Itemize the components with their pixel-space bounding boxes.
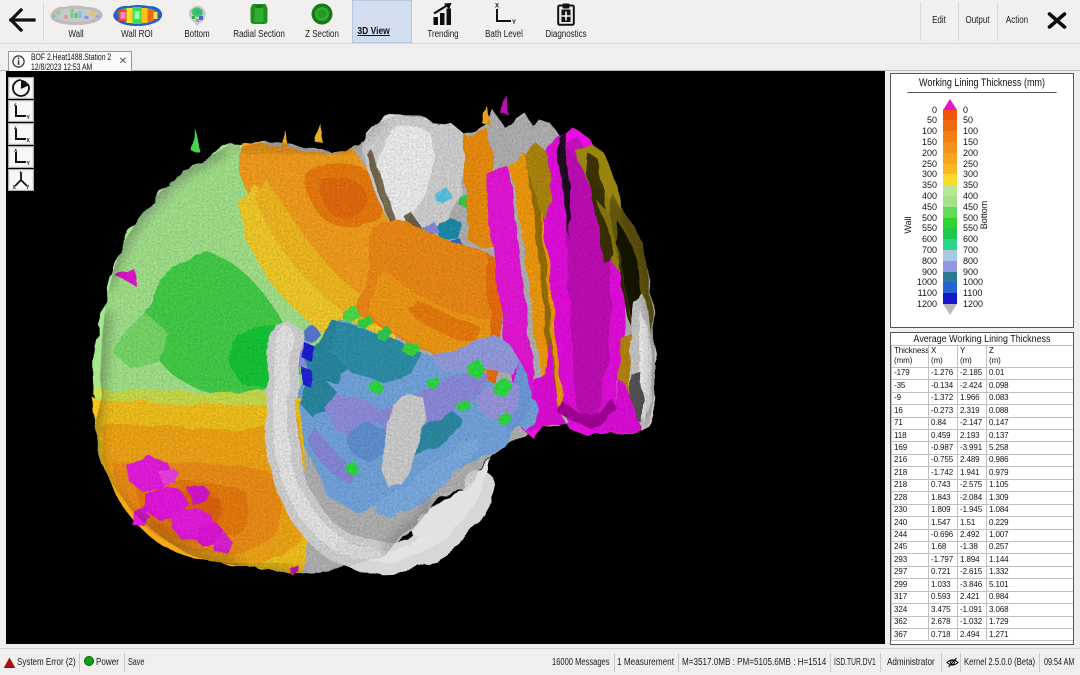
svg-text:Y: Y <box>512 20 516 26</box>
svg-text:Z: Z <box>20 171 23 175</box>
svg-text:Z: Z <box>14 126 17 131</box>
svg-text:Y: Y <box>26 185 30 189</box>
svg-text:Z: Z <box>14 103 17 108</box>
svg-text:X: X <box>14 149 18 154</box>
svg-text:Y: Y <box>27 161 31 165</box>
svg-text:X: X <box>27 138 31 142</box>
svg-text:X: X <box>495 4 499 10</box>
svg-text:Y: Y <box>27 115 31 119</box>
